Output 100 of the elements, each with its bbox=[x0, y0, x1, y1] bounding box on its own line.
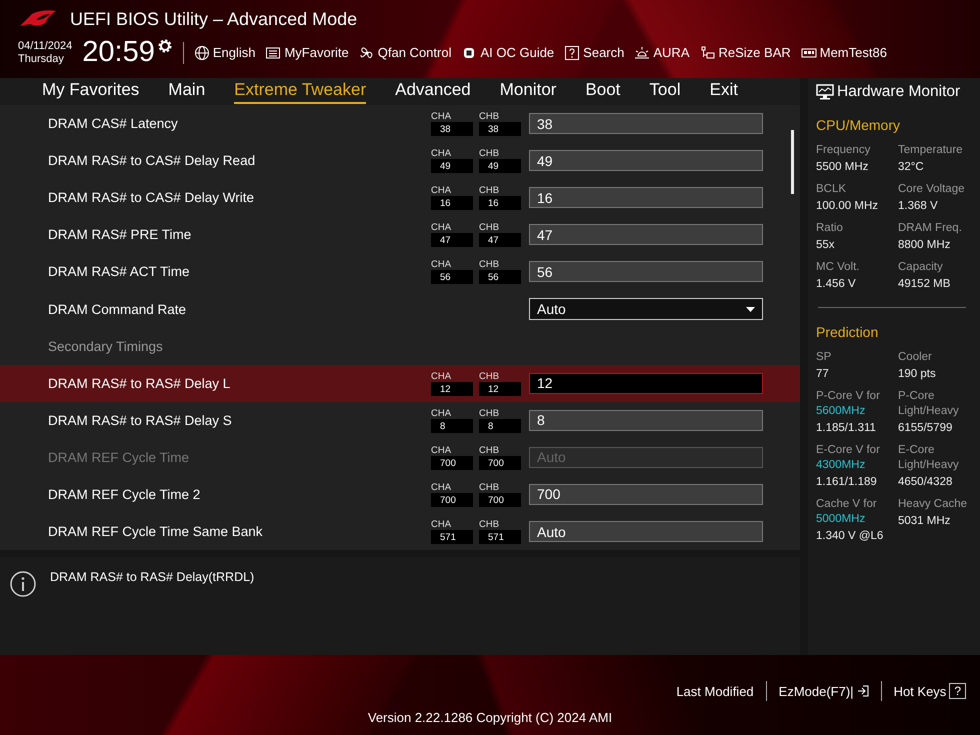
channel-label: CHA bbox=[431, 519, 452, 530]
stat-label: Temperature bbox=[898, 143, 964, 158]
channel-label: CHA bbox=[431, 370, 452, 382]
stat-label: Ratio bbox=[816, 221, 844, 236]
toolbar-button[interactable]: English bbox=[194, 44, 256, 60]
stat-label: Cache V for bbox=[816, 497, 878, 512]
search-icon bbox=[564, 44, 580, 60]
stat-value: 1.161/1.189 bbox=[816, 475, 878, 490]
channel-value: 700 bbox=[431, 492, 473, 507]
channel-value: 38 bbox=[479, 122, 521, 136]
toolbar-button[interactable]: MemTest86 bbox=[800, 44, 887, 60]
stat-label: BCLK bbox=[816, 182, 848, 197]
stat-label: Capacity bbox=[898, 260, 944, 275]
setting-label: DRAM RAS# ACT Time bbox=[48, 264, 191, 280]
stat-value: 49152 MB bbox=[898, 277, 952, 292]
value-field[interactable]: 16 bbox=[529, 187, 763, 208]
exit-icon bbox=[856, 685, 869, 697]
setting-label: DRAM REF Cycle Time 2 bbox=[48, 486, 202, 502]
channel-label: CHA bbox=[431, 185, 452, 196]
toolbar-button[interactable]: AURA bbox=[634, 44, 690, 60]
value-field[interactable]: Auto bbox=[529, 521, 763, 542]
last-modified-button[interactable]: Last Modified bbox=[676, 684, 754, 698]
stat-value: 6155/5799 bbox=[898, 421, 954, 436]
channel-value: 49 bbox=[431, 159, 473, 174]
stat-frequency: 5600MHz bbox=[816, 404, 866, 419]
setting-label: DRAM RAS# to RAS# Delay L bbox=[48, 376, 232, 391]
stat-label: Frequency bbox=[816, 143, 872, 158]
stat-value: 4650/4328 bbox=[898, 475, 954, 490]
channel-label: CHB bbox=[479, 185, 500, 196]
channel-value: 16 bbox=[479, 196, 521, 210]
channel-value: 49 bbox=[479, 159, 521, 174]
stat-label: SP bbox=[816, 350, 832, 365]
dropdown[interactable]: Auto bbox=[529, 298, 763, 320]
setting-label: DRAM REF Cycle Time Same Bank bbox=[48, 524, 264, 540]
menu-tab[interactable]: Tool bbox=[649, 80, 681, 104]
toolbar-button[interactable]: Qfan Control bbox=[358, 44, 452, 60]
section-heading: Secondary Timings bbox=[48, 338, 163, 354]
value-field[interactable]: 47 bbox=[529, 224, 763, 246]
setting-label: DRAM RAS# PRE Time bbox=[48, 227, 192, 242]
selected-row-highlight[interactable]: DRAM RAS# to RAS# Delay L CHA 12 CHB 12 12 bbox=[0, 364, 800, 402]
section-title: Prediction bbox=[816, 324, 880, 340]
toolbar-button[interactable]: Search bbox=[564, 44, 624, 60]
date-text: 04/11/2024 bbox=[18, 40, 72, 52]
channel-value: 700 bbox=[431, 456, 473, 470]
window-title: UEFI BIOS Utility – Advanced Mode bbox=[70, 8, 358, 30]
stat-value: 8800 MHz bbox=[898, 238, 952, 253]
menu-tab[interactable]: Main bbox=[168, 80, 206, 104]
channel-value: 571 bbox=[479, 530, 521, 544]
value-field[interactable]: 700 bbox=[529, 484, 763, 505]
help-text: DRAM RAS# to RAS# Delay(tRRDL) bbox=[50, 570, 254, 584]
value-field[interactable]: 56 bbox=[529, 261, 763, 282]
list-icon bbox=[265, 44, 282, 60]
info-icon bbox=[10, 571, 36, 597]
stat-label: Heavy Cache bbox=[898, 497, 968, 512]
stat-value: 1.368 V bbox=[898, 199, 939, 214]
channel-value: 571 bbox=[431, 530, 473, 544]
hot-keys-button[interactable]: Hot Keys ? bbox=[894, 683, 966, 699]
menu-tab[interactable]: Monitor bbox=[500, 80, 556, 104]
menu-tab[interactable]: My Favorites bbox=[42, 80, 140, 104]
setting-label: DRAM CAS# Latency bbox=[48, 116, 179, 132]
stat-label: P-Core Light/Heavy bbox=[898, 389, 960, 419]
channel-value: 56 bbox=[479, 270, 521, 284]
setting-label: DRAM REF Cycle Time bbox=[48, 450, 190, 465]
channel-label: CHA bbox=[431, 148, 452, 160]
stat-frequency: 5000MHz bbox=[816, 512, 866, 527]
stat-value: 5500 MHz bbox=[816, 160, 870, 175]
channel-value: 47 bbox=[431, 233, 473, 248]
channel-label: CHB bbox=[479, 111, 500, 122]
stat-label: Cooler bbox=[898, 350, 933, 365]
stat-value: 190 pts bbox=[898, 367, 937, 382]
toolbar-button[interactable]: AI OC Guide bbox=[461, 44, 554, 60]
value-field[interactable]: 49 bbox=[529, 150, 763, 172]
value-field[interactable]: 12 bbox=[529, 372, 763, 394]
key-hint: ? bbox=[949, 683, 966, 699]
stat-label: Core Voltage bbox=[898, 182, 966, 197]
channel-value: 8 bbox=[431, 418, 473, 433]
version-text: Version 2.22.1286 Copyright (C) 2024 AMI bbox=[366, 710, 614, 725]
stat-label: E-Core V for bbox=[816, 443, 881, 458]
scrollbar[interactable] bbox=[791, 130, 794, 194]
stat-label: P-Core V for bbox=[816, 389, 881, 404]
settings-icon[interactable] bbox=[156, 38, 173, 54]
menu-tab[interactable]: Advanced bbox=[395, 80, 471, 104]
stat-label: MC Volt. bbox=[816, 260, 860, 275]
channel-value: 8 bbox=[479, 418, 521, 433]
menu-tab[interactable]: Exit bbox=[710, 80, 738, 104]
channel-value: 700 bbox=[479, 492, 521, 507]
clock-time: 20:59 bbox=[82, 36, 155, 69]
stat-value: 100.00 MHz bbox=[816, 199, 880, 214]
value-field[interactable]: 8 bbox=[529, 410, 763, 431]
toolbar-button[interactable]: ReSize BAR bbox=[700, 44, 791, 60]
stat-label: E-Core Light/Heavy bbox=[898, 443, 960, 473]
stat-value: 1.340 V @L6 bbox=[816, 529, 884, 544]
monitor-icon bbox=[816, 84, 834, 100]
toolbar-button[interactable]: MyFavorite bbox=[265, 44, 349, 60]
setting-label: DRAM RAS# to RAS# Delay S bbox=[48, 412, 233, 428]
value-field[interactable]: 38 bbox=[529, 113, 763, 134]
channel-label: CHA bbox=[431, 111, 452, 122]
stat-value: 1.456 V bbox=[816, 277, 857, 292]
ezmode-button[interactable]: EzMode(F7)| bbox=[778, 684, 869, 698]
menu-tab[interactable]: Boot bbox=[585, 80, 620, 104]
